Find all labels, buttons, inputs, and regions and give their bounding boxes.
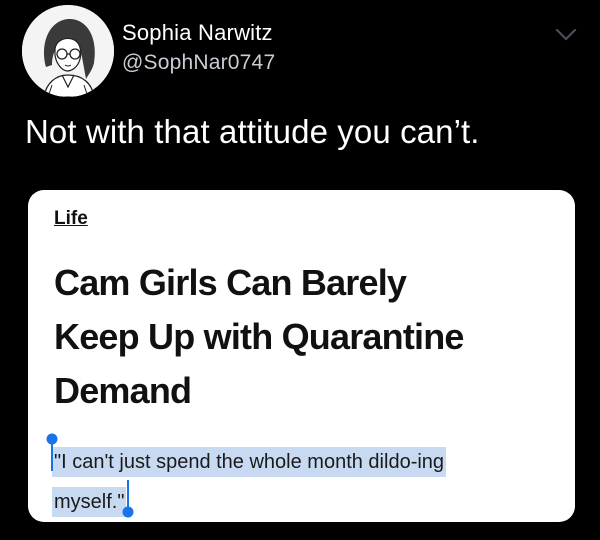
selection-handle-end-icon[interactable] (122, 478, 134, 518)
quote-text: myself." (52, 487, 127, 517)
chevron-down-icon[interactable] (555, 28, 577, 42)
headline-line: Keep Up with Quarantine (54, 316, 464, 357)
article-card[interactable]: Life Cam Girls Can Barely Keep Up with Q… (28, 190, 575, 522)
display-name[interactable]: Sophia Narwitz (122, 20, 273, 46)
avatar-icon[interactable] (22, 5, 114, 97)
headline-line: Cam Girls Can Barely (54, 262, 407, 303)
user-handle[interactable]: @SophNar0747 (122, 51, 275, 75)
tweet-text: Not with that attitude you can’t. (25, 113, 480, 150)
section-link[interactable]: Life (54, 208, 88, 230)
article-headline: Cam Girls Can Barely Keep Up with Quaran… (54, 256, 554, 418)
quote-text: "I can't just spend the whole month dild… (52, 447, 447, 477)
tweet: Sophia Narwitz @SophNar0747 Not with tha… (0, 0, 600, 540)
selection-handle-start-icon[interactable] (46, 433, 58, 473)
quote-line: "I can't just spend the whole month dild… (52, 442, 552, 482)
headline-line: Demand (54, 370, 192, 411)
